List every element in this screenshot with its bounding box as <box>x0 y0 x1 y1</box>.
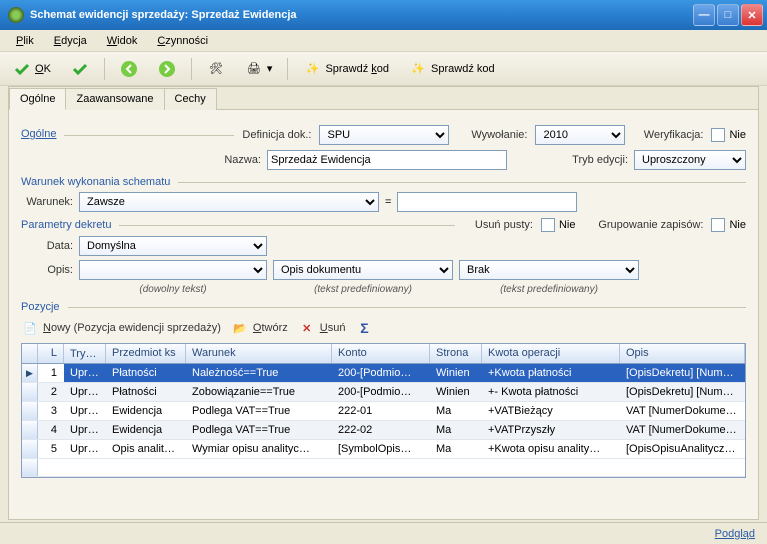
data-select[interactable]: Domyślna <box>79 236 267 256</box>
delete-x-icon: ✕ <box>298 319 316 337</box>
check-green-icon <box>71 60 89 78</box>
minimize-button[interactable]: — <box>693 4 715 26</box>
table-row[interactable]: 5Upr…Opis analit…Wymiar opisu analityc…[… <box>22 440 745 459</box>
tryb-label: Tryb edycji: <box>560 154 628 166</box>
pozycje-group-label: Pozycje <box>21 301 60 313</box>
nazwa-input[interactable] <box>267 150 507 170</box>
opis2-select[interactable]: Opis dokumentu <box>273 260 453 280</box>
otworz-button[interactable]: 📂 Otwórz <box>231 319 288 337</box>
weryfikacja-label: Weryfikacja: <box>633 129 703 141</box>
nazwa-label: Nazwa: <box>209 154 261 166</box>
grup-label: Grupowanie zapisów: <box>583 219 703 231</box>
usun-button[interactable]: ✕ Usuń <box>298 319 346 337</box>
arrow-right-icon <box>158 60 176 78</box>
grid: L Tryb ▸ Przedmiot ks Warunek Konto Stro… <box>21 343 746 478</box>
wywolanie-label: Wywołanie: <box>457 129 527 141</box>
col-przedmiot[interactable]: Przedmiot ks <box>106 344 186 363</box>
printer-icon: 🖨 <box>245 60 263 78</box>
menu-widok[interactable]: Widok <box>99 33 146 49</box>
opis1-hint: (dowolny tekst) <box>79 284 267 295</box>
def-dok-select[interactable]: SPU <box>319 125 449 145</box>
close-button[interactable]: ✕ <box>741 4 763 26</box>
grup-checkbox[interactable]: Nie <box>711 218 746 232</box>
usun-label: Usuń pusty: <box>463 219 533 231</box>
data-label: Data: <box>21 240 73 252</box>
table-row[interactable]: 2Upr…PłatnościZobowiązanie==True200-[Pod… <box>22 383 745 402</box>
col-kwota[interactable]: Kwota operacji <box>482 344 620 363</box>
ok-button[interactable]: OK <box>6 56 58 82</box>
table-row[interactable]: 3Upr…EwidencjaPodlega VAT==True222-01Ma+… <box>22 402 745 421</box>
warunek-group-label: Warunek wykonania schematu <box>21 176 170 188</box>
group-ogolne-link[interactable]: Ogólne <box>21 128 56 142</box>
opis2-hint: (tekst predefiniowany) <box>273 284 453 295</box>
back-button[interactable] <box>113 56 145 82</box>
warunek-label: Warunek: <box>21 196 73 208</box>
tools-icon: 🛠 <box>207 60 225 78</box>
nowy-button[interactable]: 📄 Nowy (Pozycja ewidencji sprzedaży) <box>21 319 221 337</box>
warunek-value-input[interactable] <box>397 192 577 212</box>
opis1-select[interactable] <box>79 260 267 280</box>
podglad-link[interactable]: Podgląd <box>715 528 755 540</box>
check-green-icon <box>13 60 31 78</box>
tab-cechy[interactable]: Cechy <box>164 88 217 110</box>
sum-button[interactable]: Σ <box>355 319 373 337</box>
col-tryb[interactable]: Tryb ▸ <box>64 344 106 363</box>
arrow-left-icon <box>120 60 138 78</box>
col-warunek[interactable]: Warunek <box>186 344 332 363</box>
wand-icon: ✨ <box>303 60 321 78</box>
col-opis[interactable]: Opis <box>620 344 745 363</box>
usun-checkbox[interactable]: Nie <box>541 218 576 232</box>
col-konto[interactable]: Konto <box>332 344 430 363</box>
window-title: Schemat ewidencji sprzedaży: Sprzedaż Ew… <box>30 9 693 21</box>
opis3-select[interactable]: Brak <box>459 260 639 280</box>
wywolanie-select[interactable]: 2010 <box>535 125 625 145</box>
sigma-icon: Σ <box>355 319 373 337</box>
menu-czynnosci[interactable]: Czynności <box>149 33 216 49</box>
print-button[interactable]: 🖨▾ <box>238 56 280 82</box>
col-strona[interactable]: Strona <box>430 344 482 363</box>
app-icon <box>8 7 24 23</box>
opis3-hint: (tekst predefiniowany) <box>459 284 639 295</box>
opis-label: Opis: <box>21 264 73 276</box>
open-icon: 📂 <box>231 319 249 337</box>
col-l[interactable]: L <box>38 344 64 363</box>
def-dok-label: Definicja dok.: <box>242 129 311 141</box>
menu-edycja[interactable]: Edycja <box>46 33 95 49</box>
maximize-button[interactable]: □ <box>717 4 739 26</box>
warunek-select[interactable]: Zawsze <box>79 192 379 212</box>
table-row[interactable]: ▶1Upr…PłatnościNależność==True200-[Podmi… <box>22 364 745 383</box>
table-row[interactable]: 4Upr…EwidencjaPodlega VAT==True222-02Ma+… <box>22 421 745 440</box>
wand-icon: ✨ <box>409 60 427 78</box>
parametry-group-label: Parametry dekretu <box>21 219 111 231</box>
menu-plik[interactable]: Plik <box>8 33 42 49</box>
weryfikacja-checkbox[interactable]: Nie <box>711 128 746 142</box>
sprawdz-kod-button[interactable]: ✨ Sprawdź kod <box>296 56 396 82</box>
tryb-select[interactable]: Uproszczony <box>634 150 746 170</box>
apply-button[interactable] <box>64 56 96 82</box>
equals-label: = <box>385 196 391 208</box>
tab-ogolne[interactable]: Ogólne <box>9 88 66 110</box>
forward-button[interactable] <box>151 56 183 82</box>
new-document-icon: 📄 <box>21 319 39 337</box>
sprawdz-kod-button-2[interactable]: ✨ Sprawdź kod <box>402 56 502 82</box>
tools-button[interactable]: 🛠 <box>200 56 232 82</box>
tab-zaawansowane[interactable]: Zaawansowane <box>65 88 164 110</box>
